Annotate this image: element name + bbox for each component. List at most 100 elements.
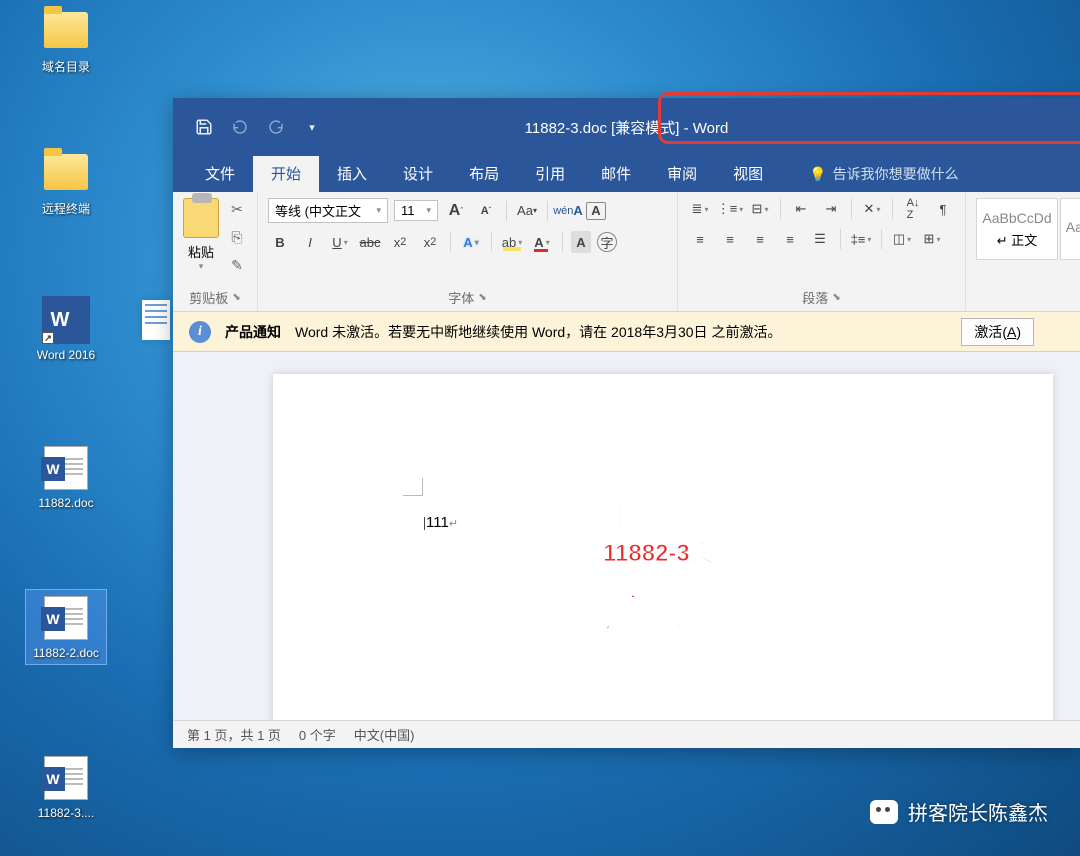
sort-button[interactable]: A↓Z: [901, 198, 925, 220]
highlight-button[interactable]: ab: [500, 231, 524, 253]
word-doc-icon: W: [44, 756, 88, 800]
word-app-icon: W↗: [42, 296, 90, 344]
ribbon-tabs: 文件 开始 插入 设计 布局 引用 邮件 审阅 视图 💡 告诉我你想要做什么: [173, 156, 1080, 192]
folder-icon: [44, 154, 88, 190]
tell-me-search[interactable]: 💡 告诉我你想要做什么: [791, 156, 976, 192]
cut-button[interactable]: [227, 200, 247, 218]
word-window: ▾ 11882-3.doc [兼容模式] - Word 文件 开始 插入 设计 …: [173, 98, 1080, 748]
activation-notice-bar: i 产品通知 Word 未激活。若要无中断地继续使用 Word，请在 2018年…: [173, 312, 1080, 352]
status-language[interactable]: 中文(中国): [354, 725, 415, 744]
tab-insert[interactable]: 插入: [319, 155, 385, 192]
lightbulb-icon: 💡: [809, 166, 826, 183]
tab-mailings[interactable]: 邮件: [583, 155, 649, 192]
info-icon: i: [189, 321, 211, 343]
notice-text: Word 未激活。若要无中断地继续使用 Word，请在 2018年3月30日 之…: [295, 322, 781, 342]
redo-button[interactable]: [265, 116, 287, 138]
desktop-icon-11882-doc[interactable]: W 11882.doc: [26, 444, 106, 510]
notice-label: 产品通知: [225, 322, 281, 342]
style-item[interactable]: AaE: [1060, 198, 1080, 260]
font-color-button[interactable]: A: [530, 231, 554, 253]
shading-button[interactable]: ◫: [890, 228, 914, 250]
distributed-button[interactable]: ☰: [808, 228, 832, 250]
tab-review[interactable]: 审阅: [649, 155, 715, 192]
ribbon: 粘贴 ▾ 剪贴板⬊ 等线 (中文正文▾ 11▾ Aˆ Aˇ: [173, 192, 1080, 312]
dialog-launcher-icon[interactable]: ⬊: [832, 292, 840, 303]
document-text[interactable]: |111↵: [423, 514, 458, 532]
align-right-button[interactable]: ≡: [748, 228, 772, 250]
increase-indent-button[interactable]: ⇥: [819, 198, 843, 220]
margin-marker: [403, 478, 423, 496]
undo-button[interactable]: [229, 116, 251, 138]
font-name-select[interactable]: 等线 (中文正文▾: [268, 198, 388, 223]
quick-access-toolbar: ▾: [173, 116, 323, 138]
desktop-icon-label: Word 2016: [26, 348, 106, 362]
numbering-button[interactable]: ⋮≡: [718, 198, 742, 220]
activate-button[interactable]: 激活(A): [961, 318, 1034, 346]
clipboard-icon: [183, 198, 219, 238]
desktop-icon-11882-3-doc[interactable]: W 11882-3....: [26, 754, 106, 820]
dialog-launcher-icon[interactable]: ⬊: [478, 292, 486, 303]
bullets-button[interactable]: ≣: [688, 198, 712, 220]
desktop-icon-remote-terminal[interactable]: 远程终端: [26, 148, 106, 217]
desktop-icon-11882-2-doc[interactable]: W 11882-2.doc: [26, 590, 106, 664]
multilevel-list-button[interactable]: ⊟: [748, 198, 772, 220]
tab-design[interactable]: 设计: [385, 155, 451, 192]
dialog-launcher-icon[interactable]: ⬊: [232, 292, 240, 303]
status-word-count[interactable]: 0 个字: [299, 725, 336, 744]
strikethrough-button[interactable]: abc: [358, 231, 382, 253]
subscript-button[interactable]: x2: [388, 231, 412, 253]
font-size-select[interactable]: 11▾: [394, 200, 438, 221]
group-font: 等线 (中文正文▾ 11▾ Aˆ Aˇ Aa▾ wénA A B I U abc…: [258, 192, 678, 311]
justify-button[interactable]: ≡: [778, 228, 802, 250]
wechat-icon: [870, 800, 898, 824]
statusbar: 第 1 页，共 1 页 0 个字 中文(中国): [173, 720, 1080, 748]
desktop-icon-domain-dir[interactable]: 域名目录: [26, 6, 106, 75]
group-styles: AaBbCcDd ↵ 正文 AaE: [966, 192, 1080, 311]
titlebar: ▾ 11882-3.doc [兼容模式] - Word: [173, 98, 1080, 156]
save-button[interactable]: [193, 116, 215, 138]
superscript-button[interactable]: x2: [418, 231, 442, 253]
desktop-icon-label: 11882.doc: [26, 496, 106, 510]
word-doc-icon: W: [44, 446, 88, 490]
desktop-icon-label: 域名目录: [26, 58, 106, 75]
decrease-indent-button[interactable]: ⇤: [789, 198, 813, 220]
tab-layout[interactable]: 布局: [451, 155, 517, 192]
phonetic-guide-button[interactable]: wénA: [556, 200, 580, 222]
borders-button[interactable]: ⊞: [920, 228, 944, 250]
tab-home[interactable]: 开始: [253, 155, 319, 192]
tab-view[interactable]: 视图: [715, 155, 781, 192]
desktop-icon-word2016[interactable]: W↗ Word 2016: [26, 296, 106, 362]
watermark: 拼客院长陈鑫杰: [870, 797, 1048, 826]
underline-button[interactable]: U: [328, 231, 352, 253]
window-title: 11882-3.doc [兼容模式] - Word: [525, 117, 729, 138]
text-effects-button[interactable]: A: [459, 231, 483, 253]
asian-layout-button[interactable]: ✕: [860, 198, 884, 220]
show-marks-button[interactable]: ¶: [931, 198, 955, 220]
status-page[interactable]: 第 1 页，共 1 页: [187, 725, 281, 744]
enclose-characters-button[interactable]: 字: [597, 232, 617, 252]
folder-icon: [44, 12, 88, 48]
character-shading-button[interactable]: A: [571, 231, 591, 253]
copy-button[interactable]: [227, 228, 247, 246]
format-painter-button[interactable]: [227, 256, 247, 274]
document-area[interactable]: |111↵ 打开 11882-3文 件，没有弹 框等动作: [173, 352, 1080, 720]
bold-button[interactable]: B: [268, 231, 292, 253]
group-clipboard: 粘贴 ▾ 剪贴板⬊: [173, 192, 258, 311]
desktop-icon-label: 11882-3....: [26, 806, 106, 820]
paste-button[interactable]: 粘贴 ▾: [183, 198, 219, 272]
group-paragraph: ≣ ⋮≡ ⊟ ⇤ ⇥ ✕ A↓Z ¶ ≡ ≡ ≡ ≡ ☰: [678, 192, 966, 311]
character-border-button[interactable]: A: [586, 202, 606, 220]
change-case-button[interactable]: Aa▾: [515, 200, 539, 222]
align-left-button[interactable]: ≡: [688, 228, 712, 250]
italic-button[interactable]: I: [298, 231, 322, 253]
grow-font-button[interactable]: Aˆ: [444, 200, 468, 222]
annotation-text: 打开 11882-3文 件，没有弹 框等动作: [603, 497, 723, 651]
align-center-button[interactable]: ≡: [718, 228, 742, 250]
shrink-font-button[interactable]: Aˇ: [474, 200, 498, 222]
tab-references[interactable]: 引用: [517, 155, 583, 192]
shortcut-icon: ↗: [42, 332, 54, 344]
style-normal[interactable]: AaBbCcDd ↵ 正文: [976, 198, 1058, 260]
tab-file[interactable]: 文件: [187, 155, 253, 192]
line-spacing-button[interactable]: ‡≡: [849, 228, 873, 250]
qat-customize-button[interactable]: ▾: [301, 116, 323, 138]
